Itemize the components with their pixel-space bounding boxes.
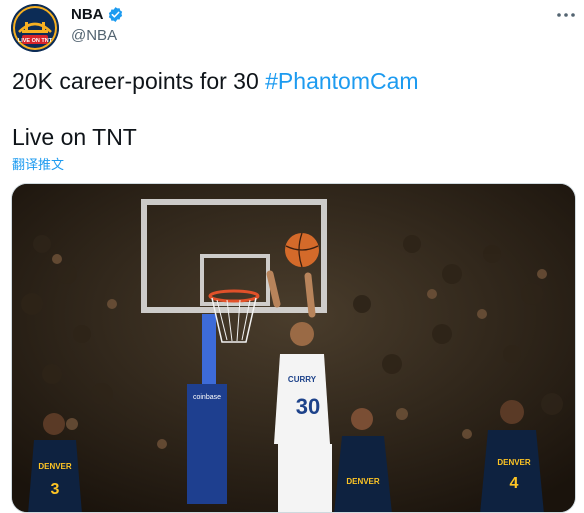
author-name[interactable]: NBA	[71, 6, 104, 23]
backboard-brand: coinbase	[193, 394, 221, 401]
translate-tweet-link[interactable]: 翻译推文	[12, 154, 64, 173]
defender-center-team: DENVER	[346, 477, 380, 486]
tweet-card: LIVE ON TNT NBA @NBA 20K career-points f…	[0, 0, 584, 513]
more-options-icon[interactable]	[555, 4, 577, 26]
verified-badge-icon	[108, 7, 123, 22]
defender-left-number: 3	[51, 481, 60, 498]
defender-right-team: DENVER	[497, 458, 531, 467]
author-handle[interactable]: @NBA	[71, 27, 117, 44]
defender-right-number: 4	[510, 475, 519, 492]
tweet-text: 20K career-points for 30 #PhantomCam	[12, 68, 419, 95]
warriors-logo-icon: LIVE ON TNT	[11, 4, 59, 52]
shooter-jersey-number: 30	[296, 394, 320, 419]
tweet-text-prefix: 20K career-points for 30	[12, 68, 266, 94]
avatar[interactable]: LIVE ON TNT	[11, 4, 59, 52]
tweet-media[interactable]: coinbase CURRY 30 DENVER DENVER 3 DENVER…	[11, 183, 576, 513]
hashtag-link[interactable]: #PhantomCam	[265, 68, 418, 94]
shooter-jersey-name: CURRY	[288, 375, 317, 384]
tweet-text-line2: Live on TNT	[12, 124, 137, 150]
defender-left-team: DENVER	[38, 462, 72, 471]
avatar-caption: LIVE ON TNT	[18, 38, 53, 44]
basketball-shot-image: coinbase CURRY 30 DENVER DENVER 3 DENVER…	[12, 184, 575, 512]
